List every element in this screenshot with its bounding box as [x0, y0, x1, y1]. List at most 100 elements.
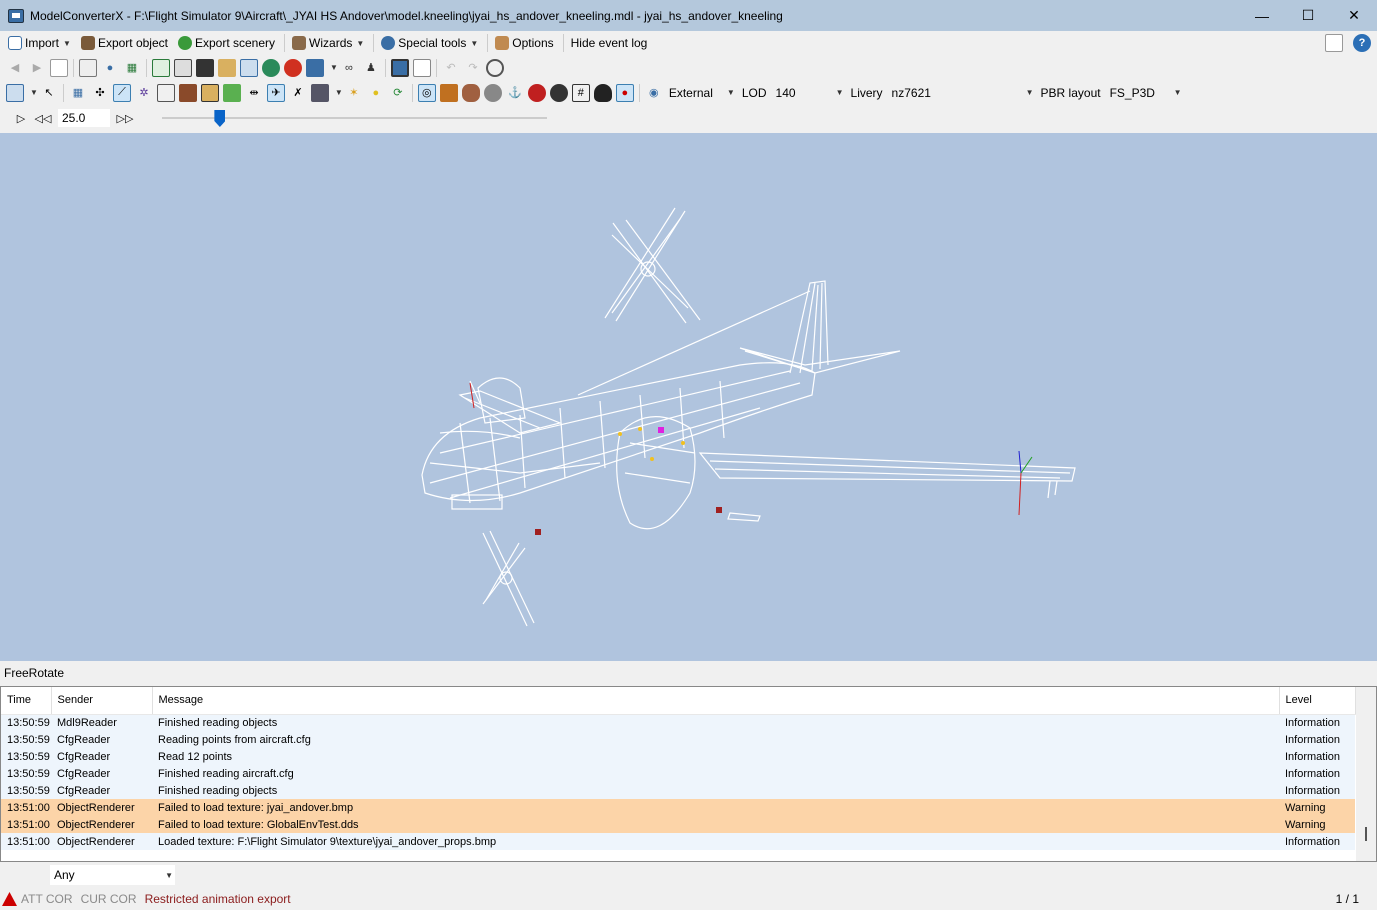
export-object-button[interactable]: Export object — [77, 32, 172, 54]
export-scenery-button[interactable]: Export scenery — [174, 32, 279, 54]
map-icon[interactable] — [240, 58, 258, 77]
shaded-icon[interactable] — [200, 83, 219, 102]
maximize-button[interactable]: ☐ — [1285, 0, 1331, 31]
vertical-tail — [577, 280, 829, 396]
pbr-layout-label: PBR layout — [1040, 85, 1101, 100]
chevron-down-icon[interactable]: ▼ — [335, 88, 343, 97]
film-icon[interactable] — [196, 58, 214, 77]
grid-icon[interactable]: ▦ — [69, 84, 87, 102]
pbr-layout-select[interactable]: FS_P3D ▼ — [1106, 84, 1184, 102]
restricted-export-warning[interactable]: Restricted animation export — [145, 892, 291, 906]
log-message: Reading points from aircraft.cfg — [152, 731, 1279, 748]
uv-grid-icon[interactable]: # — [571, 83, 590, 102]
special-tools-menu[interactable]: Special tools ▼ — [377, 32, 482, 54]
aircraft-icon[interactable]: ✈ — [266, 83, 285, 102]
select-cursor-icon[interactable]: ↖ — [40, 84, 58, 102]
checker-ball-icon[interactable] — [549, 83, 568, 102]
world-icon[interactable] — [262, 58, 280, 77]
material-icon[interactable] — [152, 58, 170, 77]
texture-icon[interactable] — [174, 58, 192, 77]
log-row[interactable]: 13:50:59 CfgReader Read 12 points Informati… — [1, 748, 1355, 765]
camera-icon[interactable] — [310, 83, 329, 102]
level-filter-select[interactable]: Any ▼ — [50, 865, 175, 885]
hide-event-log-button[interactable]: Hide event log — [567, 32, 652, 54]
monitor-icon[interactable] — [390, 58, 409, 77]
light-bulb-icon[interactable]: ● — [367, 84, 385, 102]
3d-viewport[interactable] — [0, 133, 1377, 661]
glasses-icon[interactable]: ∞ — [340, 59, 358, 77]
solid-icon[interactable] — [178, 83, 197, 102]
animation-slider[interactable] — [162, 109, 547, 127]
image-icon[interactable] — [218, 58, 236, 77]
rewind-icon[interactable]: ◁◁ — [34, 109, 52, 127]
apple-icon[interactable]: ● — [615, 83, 634, 102]
box-icon[interactable] — [156, 83, 175, 102]
scrollbar-thumb[interactable] — [1365, 827, 1367, 841]
toolbar-separator — [62, 83, 64, 102]
log-row-warning[interactable]: 13:51:00 ObjectRenderer Failed to load tex… — [1, 799, 1355, 816]
fast-forward-icon[interactable]: ▷▷ — [116, 109, 134, 127]
hierarchy-icon[interactable]: ▦ — [123, 59, 141, 77]
wireframe-icon[interactable]: ⟋ — [112, 83, 131, 102]
anchor-icon[interactable]: ⚓ — [506, 84, 524, 102]
column-level[interactable]: Level — [1279, 687, 1356, 715]
sphere-icon[interactable] — [483, 83, 502, 102]
livery-select[interactable]: nz7621 ▼ — [888, 84, 1036, 102]
menu-separator — [373, 34, 375, 52]
toolbar-separator — [146, 58, 147, 77]
log-scrollbar[interactable] — [1356, 687, 1376, 861]
bones-icon[interactable]: ✲ — [135, 84, 153, 102]
pot-icon[interactable] — [593, 83, 612, 102]
play-icon[interactable]: ▷ — [12, 109, 30, 127]
ball-icon[interactable] — [284, 58, 302, 77]
view-select[interactable]: External ▼ — [665, 84, 737, 102]
log-row[interactable]: 13:50:59 CfgReader Finished reading aircra… — [1, 765, 1355, 782]
column-time[interactable]: Time — [1, 687, 52, 715]
walker-icon[interactable]: ♟ — [362, 59, 380, 77]
notes-icon[interactable] — [1325, 34, 1343, 52]
speed-field[interactable]: 25.0 — [58, 109, 110, 127]
cube-icon[interactable] — [439, 83, 458, 102]
column-sender[interactable]: Sender — [51, 687, 153, 715]
ground-icon[interactable] — [222, 83, 241, 102]
refresh-icon[interactable]: ⟳ — [389, 84, 407, 102]
wizards-menu[interactable]: Wizards ▼ — [288, 32, 368, 54]
log-row[interactable]: 13:50:59 CfgReader Finished reading object… — [1, 782, 1355, 799]
eye-icon[interactable]: ◉ — [645, 84, 663, 102]
close-button[interactable]: ✕ — [1331, 0, 1377, 31]
column-message[interactable]: Message — [152, 687, 1280, 715]
options-button[interactable]: Options — [491, 32, 557, 54]
import-menu[interactable]: Import ▼ — [4, 32, 75, 54]
mesh-icon[interactable]: ◎ — [417, 83, 436, 102]
lod-select[interactable]: 140 ▼ — [772, 84, 846, 102]
log-row-warning[interactable]: 13:51:00 ObjectRenderer Failed to load tex… — [1, 816, 1355, 833]
rock-icon[interactable] — [461, 83, 480, 102]
slider-thumb[interactable] — [214, 110, 226, 127]
effects-icon[interactable]: ✶ — [345, 84, 363, 102]
gear-legs-icon[interactable]: ✗ — [289, 84, 307, 102]
livery-label: Livery — [850, 85, 883, 100]
log-sender: CfgReader — [51, 748, 152, 765]
page-icon[interactable] — [50, 58, 68, 77]
clock-icon[interactable] — [485, 58, 504, 77]
minimize-button[interactable]: — — [1239, 0, 1285, 31]
chevron-down-icon[interactable]: ▼ — [30, 88, 38, 97]
help-icon[interactable]: ? — [1353, 34, 1371, 52]
redo-icon[interactable]: ↷ — [464, 59, 482, 77]
pin-icon[interactable]: ● — [101, 59, 119, 77]
log-message: Finished reading objects — [152, 782, 1279, 799]
preview-icon[interactable] — [79, 58, 97, 77]
axes-icon[interactable]: ✣ — [91, 84, 109, 102]
back-arrow-icon[interactable]: ◀ — [6, 59, 24, 77]
log-row[interactable]: 13:50:59 Mdl9Reader Finished reading objec… — [1, 714, 1355, 731]
screen-icon[interactable] — [306, 58, 324, 77]
log-row[interactable]: 13:50:59 CfgReader Reading points from air… — [1, 731, 1355, 748]
forward-arrow-icon[interactable]: ▶ — [28, 59, 46, 77]
undo-icon[interactable]: ↶ — [442, 59, 460, 77]
chevron-down-icon[interactable]: ▼ — [330, 63, 338, 72]
zoom-extents-icon[interactable] — [6, 83, 24, 102]
runway-icon[interactable]: ⇹ — [245, 84, 263, 102]
checker-sphere-icon[interactable] — [527, 83, 546, 102]
log-row[interactable]: 13:51:00 ObjectRenderer Loaded texture: F:… — [1, 833, 1355, 850]
document-icon[interactable] — [412, 58, 431, 77]
